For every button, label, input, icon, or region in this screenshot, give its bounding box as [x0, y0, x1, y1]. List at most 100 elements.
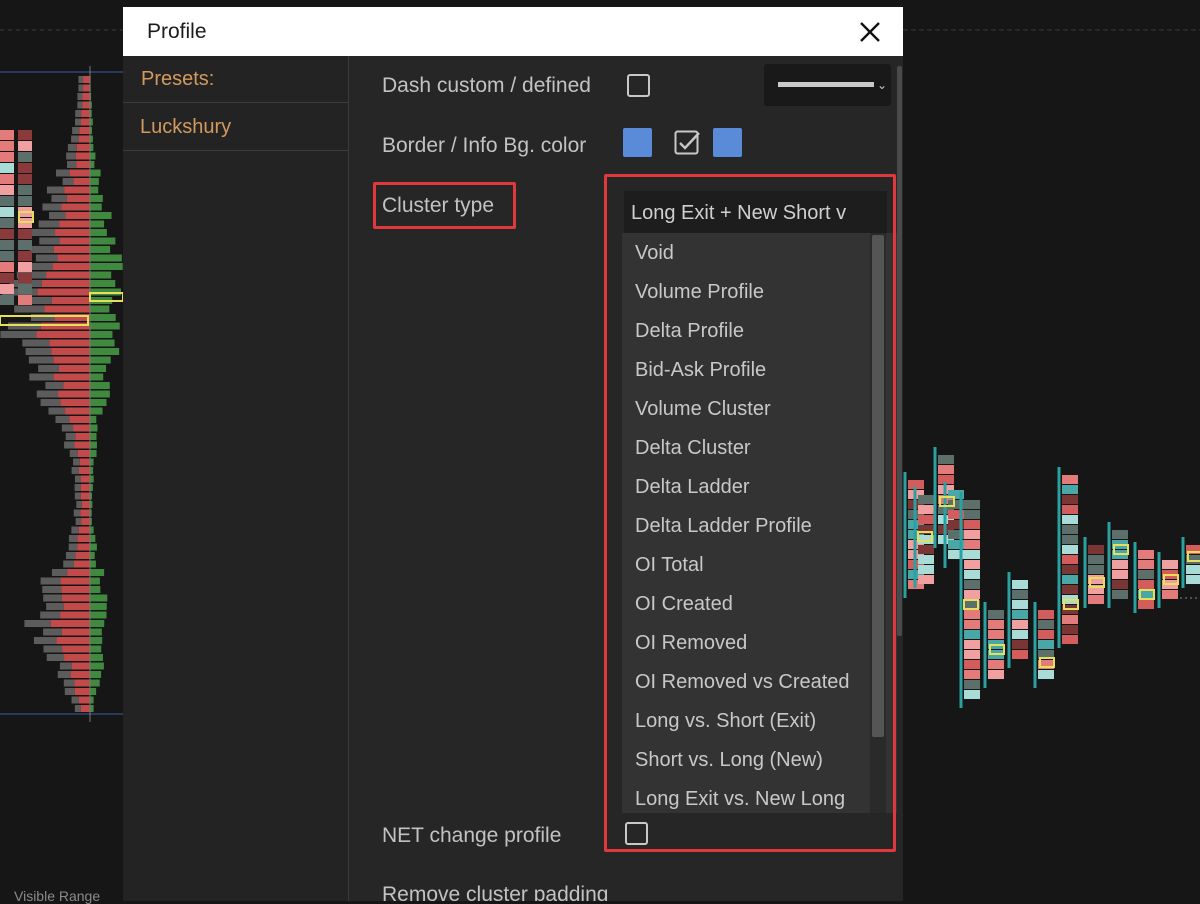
chart-cell [988, 610, 1004, 619]
chart-cell [1088, 555, 1104, 564]
chart-cell [73, 178, 90, 185]
chart-cell [56, 169, 70, 177]
chart-cell [59, 237, 90, 245]
chart-cell [45, 382, 64, 389]
chart-cell [67, 569, 90, 576]
chart-cell [55, 416, 70, 423]
chart-cell [1038, 630, 1054, 639]
chart-cell [75, 475, 82, 483]
chart-cell [0, 262, 14, 272]
dash-line-preview [778, 82, 874, 87]
chart-cell [918, 505, 934, 514]
chart-cell [55, 229, 90, 236]
chart-cell [59, 662, 72, 670]
chart-cell [38, 220, 60, 228]
chart-cell [90, 186, 99, 194]
chart-cell [90, 577, 100, 585]
chart-cell [59, 220, 90, 228]
chart-cell [58, 365, 90, 372]
chart-cell [73, 509, 81, 517]
chart-cell [1162, 590, 1178, 599]
chart-cell [82, 93, 90, 100]
chart-cell [80, 509, 90, 517]
chart-cell [64, 186, 90, 194]
border-color-swatch[interactable] [623, 128, 652, 157]
chart-cell [78, 467, 90, 474]
chart-cell [72, 127, 80, 134]
chart-cell [60, 399, 90, 406]
settings-panel: Dash custom / defined ⌄ Border / Info Bg… [349, 56, 903, 901]
chart-cell [63, 560, 74, 568]
dialog-header: Profile [123, 7, 903, 56]
chart-cell [18, 284, 32, 294]
chart-cell [0, 273, 14, 283]
sidebar-item-luckshury[interactable]: Luckshury [123, 104, 348, 151]
chart-cell [57, 671, 71, 678]
chart-cell [1062, 625, 1078, 634]
chart-cell [29, 373, 54, 381]
chart-cell [0, 196, 14, 206]
chart-cell [43, 594, 62, 602]
net-change-checkbox[interactable] [625, 822, 648, 845]
chart-cell [0, 130, 14, 140]
chart-cell [1062, 545, 1078, 554]
chart-cell [24, 620, 51, 627]
chart-cell [1062, 475, 1078, 484]
chart-cell [68, 535, 78, 542]
close-button[interactable] [853, 15, 887, 49]
chart-cell [36, 331, 90, 338]
chart-cell [964, 510, 980, 519]
chart-cell [69, 450, 78, 457]
chart-cell [1012, 630, 1028, 639]
chart-cell [18, 163, 32, 173]
chart-cell [77, 101, 83, 109]
dash-checkbox[interactable] [627, 74, 650, 97]
chart-cell [75, 552, 90, 559]
dash-style-select[interactable]: ⌄ [764, 64, 891, 106]
info-bg-checkbox[interactable] [674, 130, 701, 157]
chart-cell [90, 552, 95, 559]
chart-cell [90, 203, 102, 211]
chart-cell [40, 577, 61, 585]
chart-cell [52, 263, 90, 270]
chart-cell [1062, 555, 1078, 564]
chart-cell [78, 84, 84, 92]
chart-cell [64, 654, 90, 661]
settings-scrollbar[interactable] [897, 66, 902, 636]
chart-cell [918, 545, 934, 554]
chart-cell [69, 169, 90, 177]
chart-cell [90, 628, 102, 636]
chart-cell [57, 254, 90, 262]
chart-cell [48, 407, 66, 415]
chart-cell [46, 654, 65, 661]
chart-cell [79, 127, 90, 134]
chart-cell [1138, 570, 1154, 579]
chart-cell [918, 565, 934, 574]
chart-cell [81, 110, 90, 117]
chart-cell [78, 76, 84, 83]
chart-cell [56, 637, 90, 644]
chart-cell [61, 628, 90, 636]
chart-cell [18, 229, 32, 239]
chart-cell [0, 229, 14, 239]
chart-cell [1012, 610, 1028, 619]
info-bg-color-swatch[interactable] [713, 128, 742, 157]
chart-cell [0, 174, 14, 184]
chart-cell [51, 195, 67, 202]
chart-cell [90, 152, 96, 160]
chart-cell [1062, 495, 1078, 504]
chart-cell [964, 630, 980, 639]
chart-cell [0, 163, 14, 173]
chart-cell [964, 680, 980, 689]
chart-cell [90, 603, 107, 610]
chart-cell [90, 526, 94, 534]
chart-cell [0, 240, 14, 250]
chart-cell [28, 356, 54, 364]
chart-cell [81, 475, 90, 483]
chart-cell [90, 569, 105, 576]
chart-cell [90, 433, 97, 440]
chart-cell [18, 262, 32, 272]
chart-cell [18, 240, 32, 250]
chart-cell [90, 450, 97, 457]
chart-cell [74, 484, 81, 491]
